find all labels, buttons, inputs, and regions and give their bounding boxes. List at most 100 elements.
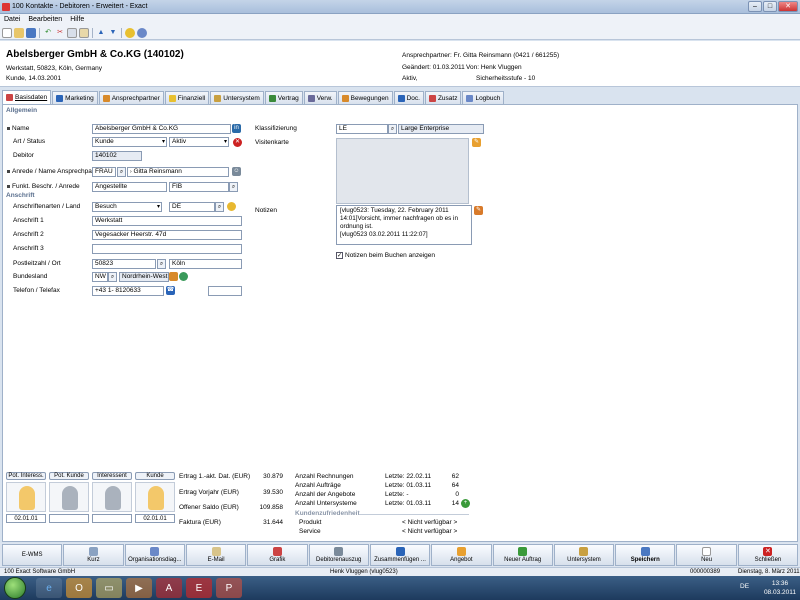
art-select[interactable]: Kunde <box>92 137 167 147</box>
menu-bearbeiten[interactable]: Bearbeiten <box>28 14 62 26</box>
neu-button[interactable]: Neu <box>676 544 737 566</box>
header-geaendert: Geändert: 01.03.2011 <box>402 64 465 71</box>
e-wms-button[interactable]: E-WMS <box>2 544 63 566</box>
anrede-field[interactable]: FRAU <box>92 167 116 177</box>
anschriftenart-select[interactable]: Besuch <box>92 202 162 212</box>
angebot-button[interactable]: Angebot <box>431 544 492 566</box>
copy-icon[interactable] <box>67 27 77 38</box>
untersystem-button[interactable]: Untersystem <box>553 544 615 566</box>
tab-marketing[interactable]: Marketing <box>52 91 98 104</box>
klassifizierung-field[interactable]: LE <box>336 124 388 134</box>
persona-pot-kunde[interactable]: Pot. Kunde <box>49 472 89 523</box>
plz-field[interactable]: 50823 <box>92 259 156 269</box>
menu-datei[interactable]: Datei <box>4 14 20 26</box>
tab-ansprechpartner[interactable]: Ansprechpartner <box>98 91 164 104</box>
contact-person-icon[interactable]: ☺ <box>232 167 241 176</box>
tab-finanziell[interactable]: Finanziell <box>164 91 210 104</box>
plz-search-icon[interactable]: ⌕ <box>157 259 166 269</box>
bundesland-code-field[interactable]: NW <box>92 272 108 282</box>
explorer-folder-icon[interactable]: ▭ <box>96 578 122 598</box>
speichern-button[interactable]: Speichern <box>615 544 676 566</box>
arrow-up-icon[interactable]: ▲ <box>96 28 106 38</box>
open-folder-icon[interactable] <box>14 27 24 38</box>
phone-icon[interactable]: ☎ <box>166 286 175 295</box>
tab-logbuch[interactable]: Logbuch <box>462 91 505 104</box>
anschrift2-field[interactable]: Vegesacker Heerstr. 47d <box>92 230 242 240</box>
grafik-button[interactable]: Grafik <box>247 544 308 566</box>
house-icon[interactable] <box>169 272 178 281</box>
persona-figure-icon <box>6 482 46 512</box>
marketing-icon <box>56 94 64 102</box>
ansprechpartner-field[interactable]: › Gitta Reinsmann <box>127 167 229 177</box>
internet-explorer-icon[interactable]: e <box>36 578 62 598</box>
debitorenauszug-button[interactable]: Debitorenauszug <box>308 544 369 566</box>
linkedin-icon[interactable]: in <box>232 124 241 133</box>
bundesland-search-icon[interactable]: ⌕ <box>108 272 117 282</box>
taskbar-clock[interactable]: 13:36 08.03.2011 <box>764 579 796 597</box>
anschrift1-field[interactable]: Werkstatt <box>92 216 242 226</box>
saldo-value: 109.858 <box>259 504 284 511</box>
tab-zusatz[interactable]: Zusatz <box>424 91 462 104</box>
organisationsdiag-button[interactable]: Organisationsdiag... <box>124 544 185 566</box>
paste-icon[interactable] <box>79 27 89 38</box>
start-button-icon[interactable] <box>4 577 26 599</box>
name-field[interactable]: Abelsberger GmbH & Co.KG <box>92 124 231 134</box>
globe-icon[interactable] <box>179 272 188 281</box>
language-indicator[interactable]: DE <box>740 583 749 590</box>
persona-interessent[interactable]: Interessent <box>92 472 132 523</box>
visitenkarte-image[interactable] <box>336 138 469 204</box>
untersysteme-add-icon[interactable]: + <box>461 499 470 508</box>
exact-app-icon[interactable]: E <box>186 578 212 598</box>
anrede-search-icon[interactable]: ⌕ <box>117 167 126 177</box>
plz-ort-label: Postleitzahl / Ort <box>13 260 61 267</box>
status-stop-icon[interactable]: ✕ <box>233 138 242 147</box>
ort-field[interactable]: Köln <box>169 259 242 269</box>
kurz-button[interactable]: Kurz <box>63 544 124 566</box>
tab-verw[interactable]: Verw. <box>303 91 337 104</box>
status-select[interactable]: Aktiv <box>169 137 229 147</box>
land-field[interactable]: DE <box>169 202 215 212</box>
cut-icon[interactable]: ✂ <box>55 28 65 38</box>
minimize-button[interactable]: – <box>748 1 762 12</box>
neuer-auftrag-button[interactable]: Neuer Auftrag <box>492 544 553 566</box>
persona-kunde[interactable]: Kunde 02.01.01 <box>135 472 175 523</box>
funkt-search-icon[interactable]: ⌕ <box>229 182 238 192</box>
media-player-icon[interactable]: ▶ <box>126 578 152 598</box>
acrobat-icon[interactable]: A <box>156 578 182 598</box>
tab-bewegungen[interactable]: Bewegungen <box>337 91 393 104</box>
close-window-button[interactable]: ✕ <box>778 1 798 12</box>
info-icon[interactable] <box>137 27 147 38</box>
powerpoint-icon[interactable]: P <box>216 578 242 598</box>
notizen-add-icon[interactable]: ✎ <box>474 206 483 215</box>
outlook-icon[interactable]: O <box>66 578 92 598</box>
funkt-code-field[interactable]: FIB <box>169 182 229 192</box>
anschrift3-field[interactable] <box>92 244 242 254</box>
org-chart-icon <box>150 547 160 556</box>
maximize-button[interactable]: □ <box>763 1 777 12</box>
tab-untersystem[interactable]: Untersystem <box>210 91 264 104</box>
short-icon <box>88 547 98 556</box>
address-map-icon[interactable] <box>227 202 236 211</box>
notizen-textarea[interactable]: [vlug0523: Tuesday, 22. February 2011 14… <box>336 205 472 245</box>
window-title: 100 Kontakte - Debitoren - Erweitert - E… <box>12 3 148 10</box>
tab-doc[interactable]: Doc. <box>393 91 424 104</box>
persona-pot-interess[interactable]: Pot. Interess. 02.01.01 <box>6 472 46 523</box>
menu-hilfe[interactable]: Hilfe <box>70 14 84 26</box>
zusammenfuegen-button[interactable]: Zusammenfügen ... <box>369 544 431 566</box>
help-icon[interactable] <box>125 27 135 38</box>
funkt-field[interactable]: Angestellte <box>92 182 167 192</box>
tab-vertrag[interactable]: Vertrag <box>264 91 303 104</box>
land-search-icon[interactable]: ⌕ <box>215 202 224 212</box>
undo-icon[interactable]: ↶ <box>43 28 53 38</box>
visitenkarte-edit-icon[interactable]: ✎ <box>472 138 481 147</box>
save-icon[interactable] <box>26 27 36 38</box>
arrow-down-icon[interactable]: ▼ <box>108 28 118 38</box>
telefon-field[interactable]: +43 1- 8120633 <box>92 286 164 296</box>
new-document-icon[interactable] <box>2 27 12 38</box>
schliessen-button[interactable]: ✕ Schließen <box>737 544 799 566</box>
telefax-field[interactable] <box>208 286 242 296</box>
e-mail-button[interactable]: E-Mail <box>185 544 247 566</box>
tab-basisdaten[interactable]: Basisdaten <box>2 90 52 104</box>
notizen-buchen-checkbox[interactable]: ✓ <box>336 252 343 259</box>
klassifizierung-search-icon[interactable]: ⌕ <box>388 124 397 134</box>
